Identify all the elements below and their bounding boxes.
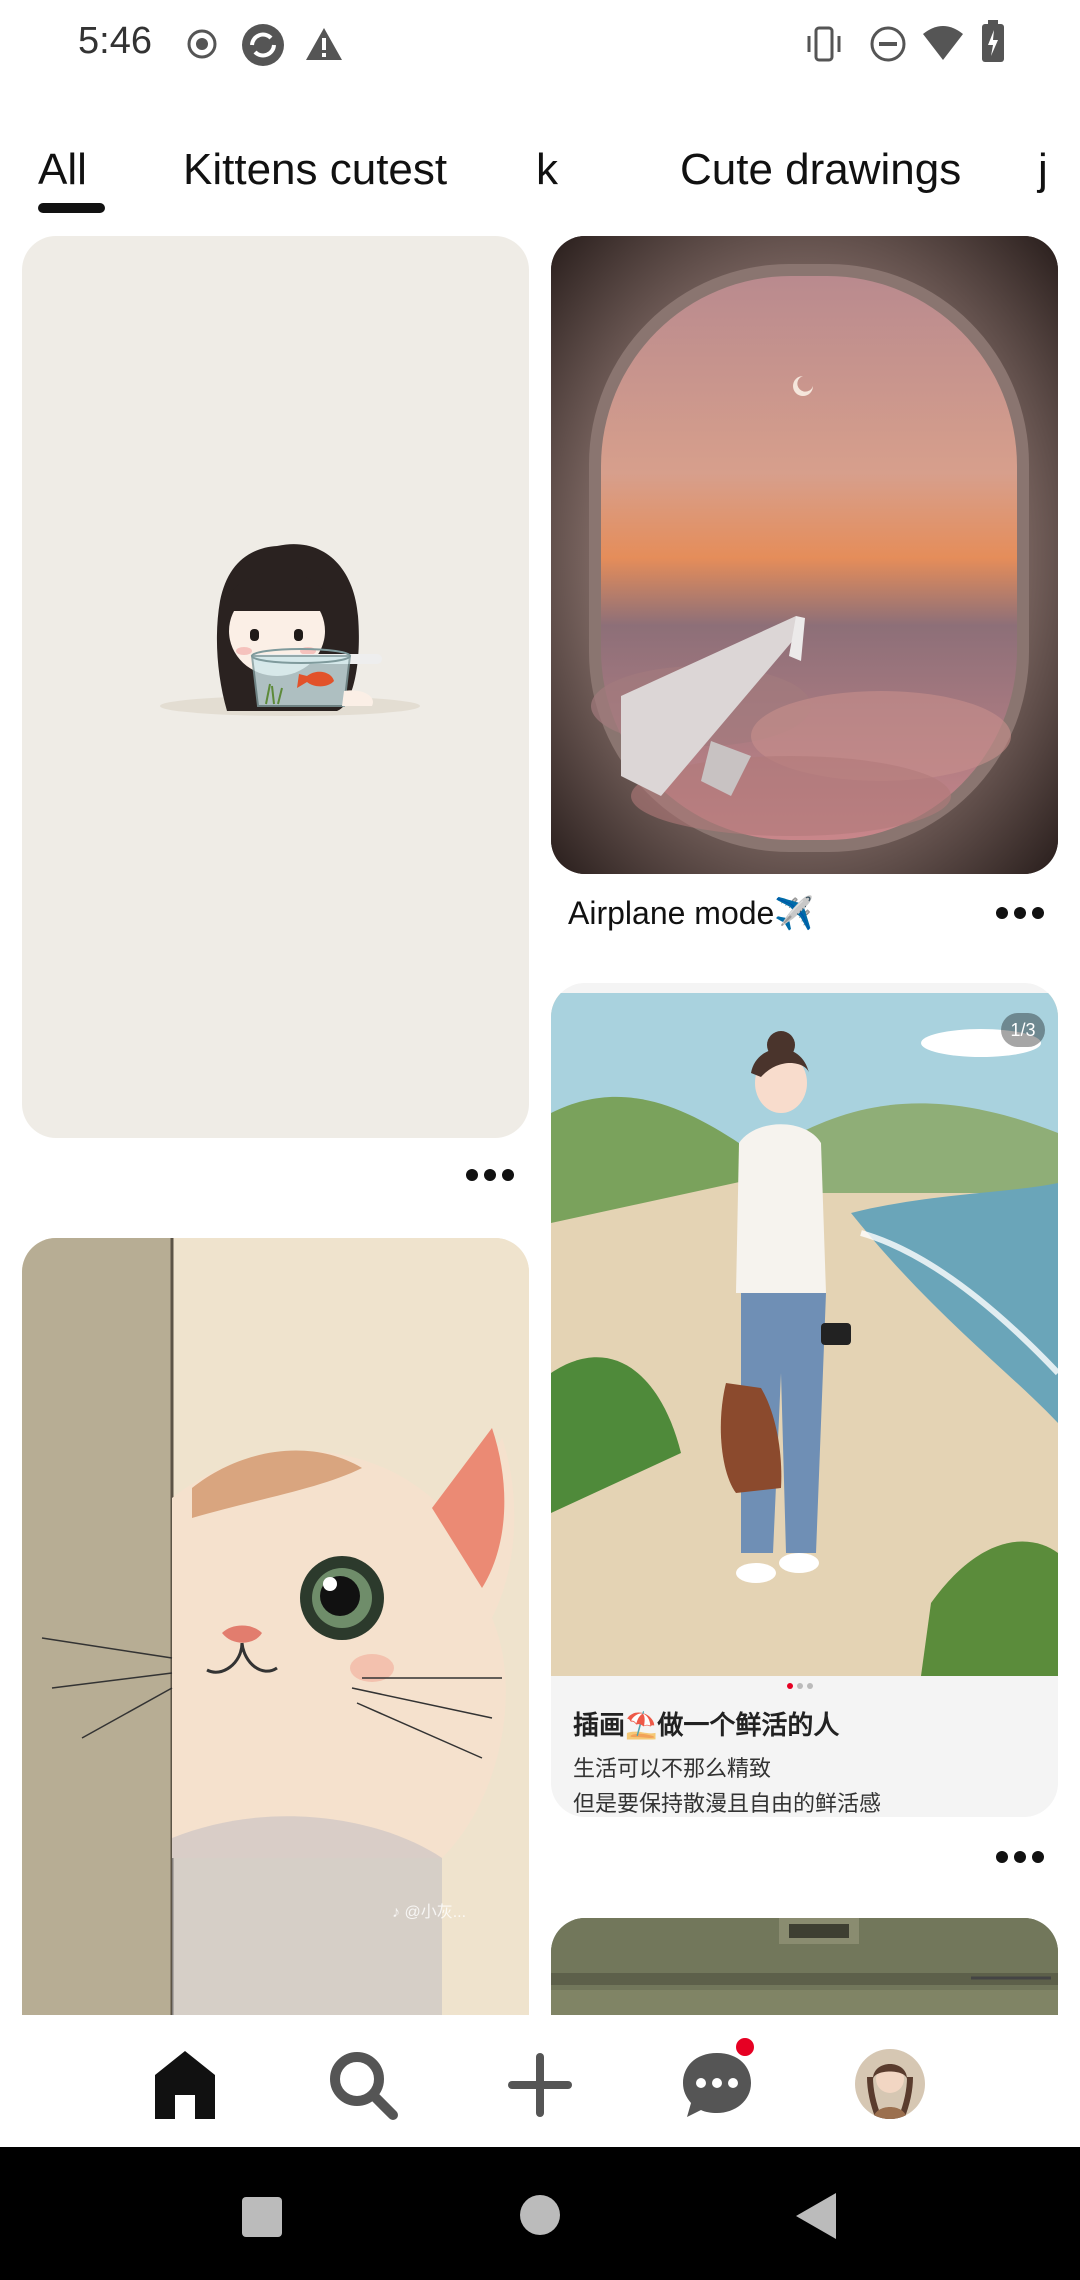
sync-icon [242, 24, 284, 66]
system-navigation-bar [0, 2147, 1080, 2280]
pin-beach-girl[interactable]: 1/3 插画⛱️做一个鲜活的人 生活可以不那么精致 但是要保持散漫且自由的鲜活感 [551, 983, 1058, 1817]
pin-caption-line: 生活可以不那么精致 [573, 1757, 772, 1782]
board-tabs: All Kittens cutest k Cute drawings j [0, 140, 1080, 220]
bottom-navigation [0, 2015, 1080, 2147]
dnd-icon [870, 26, 906, 62]
carousel-page-indicator: 1/3 [1001, 1013, 1045, 1047]
pin-title: Airplane mode✈️ [568, 895, 815, 931]
pin-caption-line: 但是要保持散漫且自由的鲜活感 [573, 1792, 882, 1817]
pin-more-options-button[interactable] [466, 1168, 522, 1188]
back-icon[interactable] [796, 2193, 836, 2239]
pin-more-options-button[interactable] [996, 1850, 1052, 1870]
train-interior-image [551, 1918, 1058, 2015]
pin-airplane-window[interactable] [551, 236, 1058, 874]
tab-selected-indicator [38, 203, 105, 213]
vibrate-icon [807, 26, 841, 62]
record-icon [187, 29, 217, 59]
airplane-window-image [551, 236, 1058, 874]
notification-badge [733, 2035, 757, 2059]
recents-icon[interactable] [242, 2197, 282, 2237]
beach-girl-image [551, 993, 1058, 1676]
avatar-image [855, 2049, 925, 2119]
alert-icon [306, 28, 342, 60]
battery-charging-icon [982, 20, 1004, 62]
home-icon[interactable] [145, 2045, 225, 2125]
status-bar: 5:46 [0, 0, 1080, 90]
messages-button[interactable] [677, 2035, 757, 2125]
status-time: 5:46 [78, 20, 152, 62]
tab-kittens-cutest[interactable]: Kittens cutest [183, 140, 447, 200]
search-icon[interactable] [323, 2045, 403, 2125]
pin-cat-peeking[interactable]: ♪ @小灰... [22, 1238, 529, 2038]
create-icon[interactable] [500, 2045, 580, 2125]
wifi-icon [923, 26, 963, 60]
girl-fishbowl-image [160, 544, 420, 716]
carousel-dots [787, 1683, 813, 1689]
pin-more-options-button[interactable] [996, 906, 1052, 926]
tab-k[interactable]: k [536, 140, 558, 200]
home-system-icon[interactable] [520, 2195, 560, 2235]
tab-all[interactable]: All [38, 140, 87, 200]
tab-j[interactable]: j [1038, 140, 1048, 200]
tab-cute-drawings[interactable]: Cute drawings [680, 140, 961, 200]
profile-avatar[interactable] [855, 2049, 925, 2119]
pin-train-interior[interactable] [551, 1918, 1058, 2015]
pin-girl-fishbowl[interactable] [22, 236, 529, 1138]
pin-caption-title: 插画⛱️做一个鲜活的人 [573, 1711, 840, 1741]
image-watermark: ♪ @小灰... [392, 1904, 467, 1921]
